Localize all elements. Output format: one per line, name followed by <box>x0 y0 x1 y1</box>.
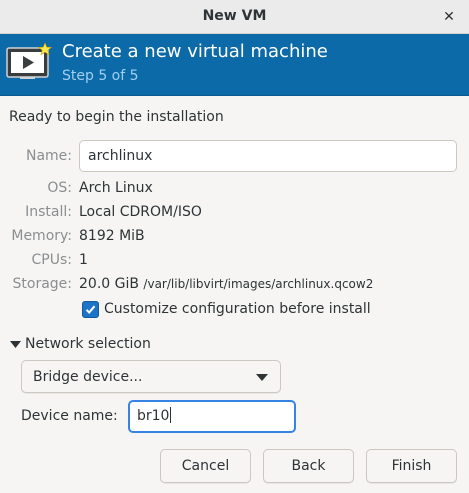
device-name-label: Device name: <box>21 408 118 424</box>
checkmark-icon <box>85 305 96 314</box>
device-name-value: br10 <box>137 408 170 424</box>
network-expander-label[interactable]: Network selection <box>25 336 151 352</box>
wizard-banner: Create a new virtual machine Step 5 of 5 <box>0 34 469 96</box>
cancel-button[interactable]: Cancel <box>160 449 251 483</box>
customize-label[interactable]: Customize configuration before install <box>104 301 371 317</box>
memory-value: 8192 MiB <box>79 228 145 244</box>
os-label: OS: <box>47 180 72 196</box>
device-name-input[interactable]: br10 <box>128 400 296 433</box>
os-value: Arch Linux <box>79 180 153 196</box>
customize-checkbox[interactable] <box>82 301 99 318</box>
network-source-dropdown[interactable]: Bridge device... <box>21 360 281 393</box>
cpus-value: 1 <box>79 252 88 268</box>
install-value: Local CDROM/ISO <box>79 204 202 220</box>
storage-value: 20.0 GiB /var/lib/libvirt/images/archlin… <box>79 276 373 292</box>
network-source-value: Bridge device... <box>33 369 143 385</box>
ready-heading: Ready to begin the installation <box>9 109 224 125</box>
back-button[interactable]: Back <box>263 449 354 483</box>
storage-label: Storage: <box>12 276 73 292</box>
title-bar: New VM ✕ <box>0 0 469 34</box>
name-input[interactable]: archlinux <box>79 140 457 172</box>
close-icon[interactable]: ✕ <box>439 7 459 27</box>
finish-button[interactable]: Finish <box>366 449 457 483</box>
chevron-down-icon <box>256 374 268 381</box>
expander-arrow-icon <box>10 341 21 348</box>
banner-title: Create a new virtual machine <box>62 41 328 62</box>
install-label: Install: <box>25 204 72 220</box>
window-title: New VM <box>202 8 267 24</box>
storage-size: 20.0 GiB <box>79 276 139 292</box>
text-caret <box>170 407 172 423</box>
storage-path: /var/lib/libvirt/images/archlinux.qcow2 <box>143 277 374 291</box>
vm-monitor-icon <box>6 42 53 79</box>
cpus-label: CPUs: <box>31 252 72 268</box>
banner-step: Step 5 of 5 <box>62 68 139 84</box>
memory-label: Memory: <box>11 228 72 244</box>
name-label: Name: <box>25 148 72 164</box>
